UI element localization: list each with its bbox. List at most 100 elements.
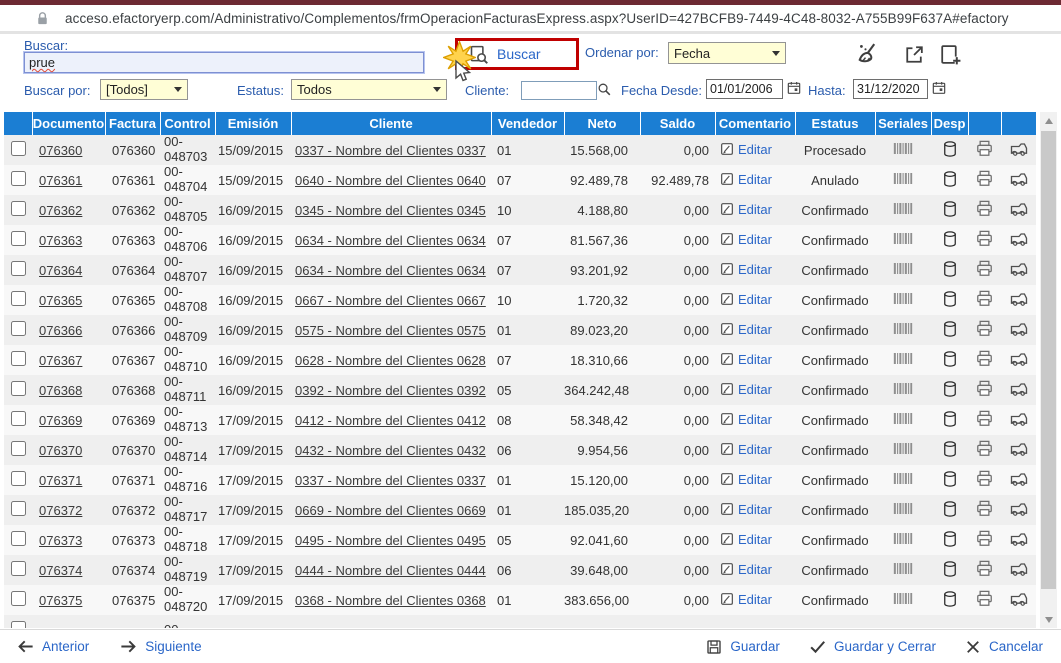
editar-link[interactable]: Editar <box>738 232 772 247</box>
database-icon[interactable] <box>941 349 959 372</box>
cliente-link[interactable]: 0368 - Nombre del Clientes 0368 <box>295 593 486 608</box>
calendar-icon[interactable] <box>786 80 802 101</box>
documento-link[interactable]: 076373 <box>39 533 82 548</box>
editar-link[interactable]: Editar <box>738 172 772 187</box>
edit-icon[interactable] <box>719 441 735 460</box>
hasta-input[interactable]: 31/12/2020 <box>853 79 928 99</box>
dispatch-icon[interactable] <box>1009 529 1029 552</box>
dispatch-icon[interactable] <box>1009 499 1029 522</box>
cliente-link[interactable]: 0667 - Nombre del Clientes 0667 <box>295 293 486 308</box>
database-icon[interactable] <box>941 499 959 522</box>
database-icon[interactable] <box>941 379 959 402</box>
cliente-link[interactable]: 0432 - Nombre del Clientes 0432 <box>295 443 486 458</box>
search-input[interactable]: prue <box>24 52 424 73</box>
row-checkbox[interactable] <box>11 561 26 576</box>
editar-link[interactable]: Editar <box>738 532 772 547</box>
database-icon[interactable] <box>941 439 959 462</box>
barcode-icon[interactable] <box>892 351 914 369</box>
documento-link[interactable]: 076371 <box>39 473 82 488</box>
header-estatus[interactable]: Estatus <box>795 112 875 135</box>
edit-icon[interactable] <box>719 201 735 220</box>
print-icon[interactable] <box>975 349 994 371</box>
browser-url-bar[interactable]: acceso.efactoryerp.com/Administrativo/Co… <box>0 5 1061 31</box>
cliente-link[interactable]: 0392 - Nombre del Clientes 0392 <box>295 383 486 398</box>
row-checkbox[interactable] <box>11 531 26 546</box>
editar-link[interactable]: Editar <box>738 262 772 277</box>
edit-icon[interactable] <box>719 351 735 370</box>
cliente-link[interactable]: 0412 - Nombre del Clientes 0412 <box>295 413 486 428</box>
new-document-icon[interactable] <box>937 42 962 67</box>
print-icon[interactable] <box>975 379 994 401</box>
header-cliente[interactable]: Cliente <box>291 112 491 135</box>
buscar-button[interactable]: Buscar <box>458 43 547 66</box>
edit-icon[interactable] <box>719 501 735 520</box>
barcode-icon[interactable] <box>892 501 914 519</box>
print-icon[interactable] <box>975 289 994 311</box>
dispatch-icon[interactable] <box>1009 349 1029 372</box>
calendar-icon[interactable] <box>931 80 947 101</box>
dispatch-icon[interactable] <box>1009 559 1029 582</box>
documento-link[interactable]: 076372 <box>39 503 82 518</box>
editar-link[interactable]: Editar <box>738 142 772 157</box>
clean-broom-icon[interactable] <box>855 40 883 68</box>
header-control[interactable]: Control <box>160 112 215 135</box>
documento-link[interactable]: 076363 <box>39 233 82 248</box>
database-icon[interactable] <box>941 529 959 552</box>
header-factura[interactable]: Factura <box>105 112 160 135</box>
header-seriales[interactable]: Seriales <box>875 112 931 135</box>
print-icon[interactable] <box>975 559 994 581</box>
database-icon[interactable] <box>941 589 959 612</box>
edit-icon[interactable] <box>719 171 735 190</box>
scrollbar-down-button[interactable] <box>1040 611 1057 628</box>
scrollbar-thumb[interactable] <box>1041 131 1056 589</box>
documento-link[interactable]: 076369 <box>39 413 82 428</box>
row-checkbox[interactable] <box>11 291 26 306</box>
documento-link[interactable]: 076361 <box>39 173 82 188</box>
row-checkbox[interactable] <box>11 231 26 246</box>
row-checkbox[interactable] <box>11 471 26 486</box>
row-checkbox[interactable] <box>11 501 26 516</box>
documento-link[interactable]: 076370 <box>39 443 82 458</box>
edit-icon[interactable] <box>719 381 735 400</box>
header-saldo[interactable]: Saldo <box>640 112 715 135</box>
header-desp[interactable]: Desp <box>931 112 968 135</box>
buscar-por-select[interactable]: [Todos] <box>100 79 188 100</box>
cliente-link[interactable]: 0337 - Nombre del Clientes 0337 <box>295 143 486 158</box>
header-neto[interactable]: Neto <box>564 112 640 135</box>
barcode-icon[interactable] <box>892 141 914 159</box>
guardar-y-cerrar-button[interactable]: Guardar y Cerrar <box>808 637 936 656</box>
cliente-link[interactable]: 0345 - Nombre del Clientes 0345 <box>295 203 486 218</box>
print-icon[interactable] <box>975 529 994 551</box>
row-checkbox[interactable] <box>11 321 26 336</box>
edit-icon[interactable] <box>719 261 735 280</box>
print-icon[interactable] <box>975 139 994 161</box>
row-checkbox[interactable] <box>11 411 26 426</box>
edit-icon[interactable] <box>719 321 735 340</box>
print-icon[interactable] <box>975 439 994 461</box>
row-checkbox[interactable] <box>11 351 26 366</box>
dispatch-icon[interactable] <box>1009 319 1029 342</box>
cliente-input[interactable] <box>521 81 597 100</box>
documento-link[interactable]: 076360 <box>39 143 82 158</box>
database-icon[interactable] <box>941 469 959 492</box>
barcode-icon[interactable] <box>892 381 914 399</box>
search-icon[interactable] <box>596 81 613 103</box>
edit-icon[interactable] <box>719 471 735 490</box>
table-scrollbar[interactable] <box>1040 112 1057 628</box>
documento-link[interactable]: 076374 <box>39 563 82 578</box>
edit-icon[interactable] <box>719 531 735 550</box>
print-icon[interactable] <box>975 229 994 251</box>
editar-link[interactable]: Editar <box>738 202 772 217</box>
documento-link[interactable]: 076366 <box>39 323 82 338</box>
print-icon[interactable] <box>975 259 994 281</box>
edit-icon[interactable] <box>719 231 735 250</box>
barcode-icon[interactable] <box>892 471 914 489</box>
database-icon[interactable] <box>941 229 959 252</box>
print-icon[interactable] <box>975 199 994 221</box>
header-emision[interactable]: Emisión <box>215 112 291 135</box>
dispatch-icon[interactable] <box>1009 229 1029 252</box>
dispatch-icon[interactable] <box>1009 409 1029 432</box>
edit-icon[interactable] <box>719 141 735 160</box>
barcode-icon[interactable] <box>892 411 914 429</box>
database-icon[interactable] <box>941 409 959 432</box>
